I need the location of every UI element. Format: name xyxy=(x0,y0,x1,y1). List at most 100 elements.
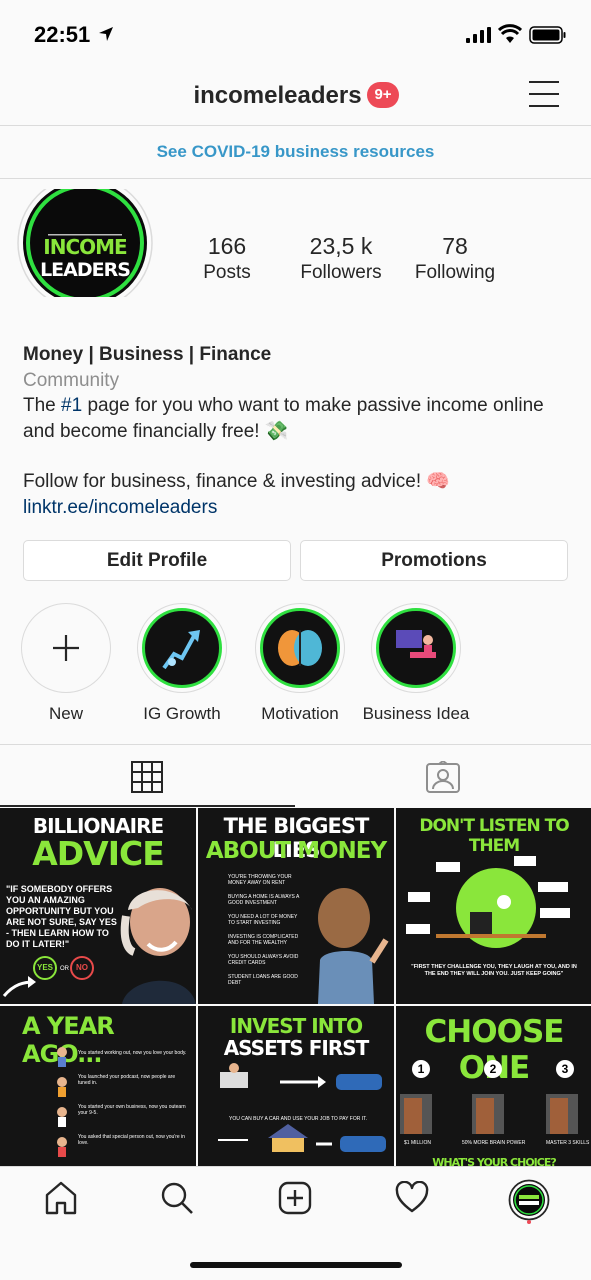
post-thumbnail[interactable]: CHOOSE ONE 1 2 3 $1 MILLION 50% MORE BRA… xyxy=(396,1006,591,1168)
bio-hashtag[interactable]: #1 xyxy=(61,395,82,416)
profile-tabs xyxy=(0,744,591,807)
option-number: 3 xyxy=(556,1060,574,1078)
bio-link[interactable]: linktr.ee/incomeleaders xyxy=(23,495,563,521)
avatar-line-1: INCOME xyxy=(43,235,127,259)
option-number: 2 xyxy=(484,1060,502,1078)
tagged-icon[interactable] xyxy=(426,761,460,793)
year-list: You started working out, now you love yo… xyxy=(78,1050,188,1146)
post-thumbnail[interactable]: INVEST INTO ASSETS FIRST YOU CAN BUY A C… xyxy=(198,1006,394,1168)
avatar-line-2: LEADERS xyxy=(40,259,131,281)
lies-list: YOU'RE THROWING YOUR MONEY AWAY ON RENT … xyxy=(214,874,304,986)
post-thumbnail[interactable]: DON'T LISTEN TO THEM "FIRST THEY CHALLEN… xyxy=(396,808,591,1004)
highlight-label: Business Idea xyxy=(362,704,470,723)
list-item: YOU NEED A LOT OF MONEY TO START INVESTI… xyxy=(228,914,298,926)
notification-badge[interactable]: 9+ xyxy=(367,82,399,108)
edit-profile-button[interactable]: Edit Profile xyxy=(23,540,291,581)
list-item: STUDENT LOANS ARE GOOD DEBT xyxy=(228,974,298,986)
profile-category: Community xyxy=(23,369,120,391)
stat-following-label: Following xyxy=(414,262,496,283)
add-post-icon[interactable] xyxy=(278,1181,312,1215)
assets-illustration xyxy=(218,1063,386,1152)
list-item: BUYING A HOME IS ALWAYS A GOOD INVESTMEN… xyxy=(228,894,300,906)
highlight-new-circle xyxy=(21,603,111,693)
bio-line1: page for you who want to make passive in… xyxy=(23,395,544,442)
stat-followers-label: Followers xyxy=(300,262,382,283)
status-bar: 22:51 xyxy=(0,0,591,68)
cellular-signal-icon xyxy=(466,27,491,43)
highlight-motivation[interactable]: Motivation xyxy=(240,603,360,724)
highlight-new[interactable]: New xyxy=(6,603,126,724)
menu-icon[interactable] xyxy=(529,81,559,109)
covid-resources-link[interactable]: See COVID-19 business resources xyxy=(0,127,591,179)
home-indicator xyxy=(190,1262,402,1268)
stat-posts-label: Posts xyxy=(203,262,251,283)
post-thumbnail[interactable]: BILLIONAIRE ADVICE "IF SOMEBODY OFFERS Y… xyxy=(0,808,196,1004)
status-time: 22:51 xyxy=(34,22,91,47)
option-label: $1 MILLION xyxy=(404,1140,431,1146)
portrait-illustration xyxy=(120,888,196,1004)
arrow-graphic xyxy=(2,976,36,997)
list-item: You asked that special person out, now y… xyxy=(78,1134,185,1146)
posts-grid: BILLIONAIRE ADVICE "IF SOMEBODY OFFERS Y… xyxy=(0,808,591,1168)
battery-icon xyxy=(529,26,566,44)
post-title: INVEST INTO xyxy=(229,1014,363,1038)
post-caption: YOU CAN BUY A CAR AND USE YOUR JOB TO PA… xyxy=(228,1116,367,1122)
or-label: OR xyxy=(60,966,69,972)
list-item: INVESTING IS COMPLICATED AND FOR THE WEA… xyxy=(228,934,299,946)
list-item: YOU'RE THROWING YOUR MONEY AWAY ON RENT xyxy=(228,874,292,886)
wifi-icon xyxy=(498,24,522,43)
option-label: 50% MORE BRAIN POWER xyxy=(462,1140,526,1146)
post-title: DON'T LISTEN TO THEM xyxy=(419,816,569,856)
option-number: 1 xyxy=(412,1060,430,1078)
post-title: ASSETS FIRST xyxy=(223,1036,370,1060)
stat-posts-value: 166 xyxy=(207,233,247,259)
post-title: ABOUT MONEY xyxy=(205,838,387,864)
list-item: You started your own business, now you o… xyxy=(78,1104,186,1116)
list-item: You started working out, now you love yo… xyxy=(78,1050,187,1056)
plus-icon xyxy=(53,635,79,661)
doors-illustration xyxy=(400,1094,578,1134)
highlight-business-idea[interactable]: Business Idea xyxy=(356,603,476,724)
post-thumbnail[interactable]: A YEAR AGO... You started working out, n… xyxy=(0,1006,196,1168)
profile-header: incomeleaders 9+ xyxy=(0,68,591,126)
post-title: ADVICE xyxy=(32,834,165,873)
bio-text-1: The #1 page for you who want to make pas… xyxy=(23,395,544,442)
grid-icon[interactable] xyxy=(131,761,163,793)
profile-avatar[interactable] xyxy=(508,1179,550,1225)
list-item: YOU SHOULD ALWAYS AVOID CREDIT CARDS xyxy=(228,954,299,966)
option-label: MASTER 3 SKILLS xyxy=(546,1140,590,1146)
active-tab-indicator xyxy=(0,805,295,807)
post-quote: "IF SOMEBODY OFFERS YOU AN AMAZING OPPOR… xyxy=(6,884,117,949)
home-icon[interactable] xyxy=(44,1181,78,1215)
heart-icon[interactable] xyxy=(395,1181,429,1215)
business-idea-icon xyxy=(396,630,436,658)
highlight-label: New xyxy=(48,704,83,723)
office-illustration xyxy=(406,856,570,948)
username-switcher[interactable]: incomeleaders xyxy=(0,82,591,110)
search-icon[interactable] xyxy=(160,1181,194,1215)
growth-arrow-icon xyxy=(162,630,200,670)
bio-pre: The xyxy=(23,395,62,416)
bio-line2: Follow for business, finance & investing… xyxy=(23,471,451,492)
highlight-label: IG Growth xyxy=(143,704,221,723)
location-arrow-icon xyxy=(99,27,113,41)
highlight-ig-growth[interactable]: IG Growth xyxy=(122,603,242,724)
promotions-button[interactable]: Promotions xyxy=(300,540,568,581)
yes-label: YES xyxy=(36,963,53,972)
stat-followers[interactable]: 23,5 k Followers xyxy=(291,233,391,284)
highlight-label: Motivation xyxy=(261,704,339,723)
post-thumbnail[interactable]: THE BIGGEST LIES ABOUT MONEY YOU'RE THRO… xyxy=(198,808,394,1004)
no-label: NO xyxy=(76,963,88,972)
list-item: You launched your podcast, now people ar… xyxy=(78,1074,176,1086)
person-back-illustration xyxy=(318,888,389,1004)
profile-name: Money | Business | Finance xyxy=(23,344,272,365)
profile-bio: Money | Business | Finance Community The… xyxy=(23,342,563,520)
avatar-logo-text: INCOME LEADERS xyxy=(17,236,153,282)
stat-followers-value: 23,5 k xyxy=(309,233,373,259)
post-caption: "FIRST THEY CHALLENGE YOU, THEY LAUGH AT… xyxy=(411,964,577,977)
stat-following-value: 78 xyxy=(442,233,468,259)
figures-illustration xyxy=(57,1047,67,1157)
brain-icon xyxy=(278,630,322,666)
stat-following[interactable]: 78 Following xyxy=(405,233,505,284)
stat-posts[interactable]: 166 Posts xyxy=(187,233,267,284)
